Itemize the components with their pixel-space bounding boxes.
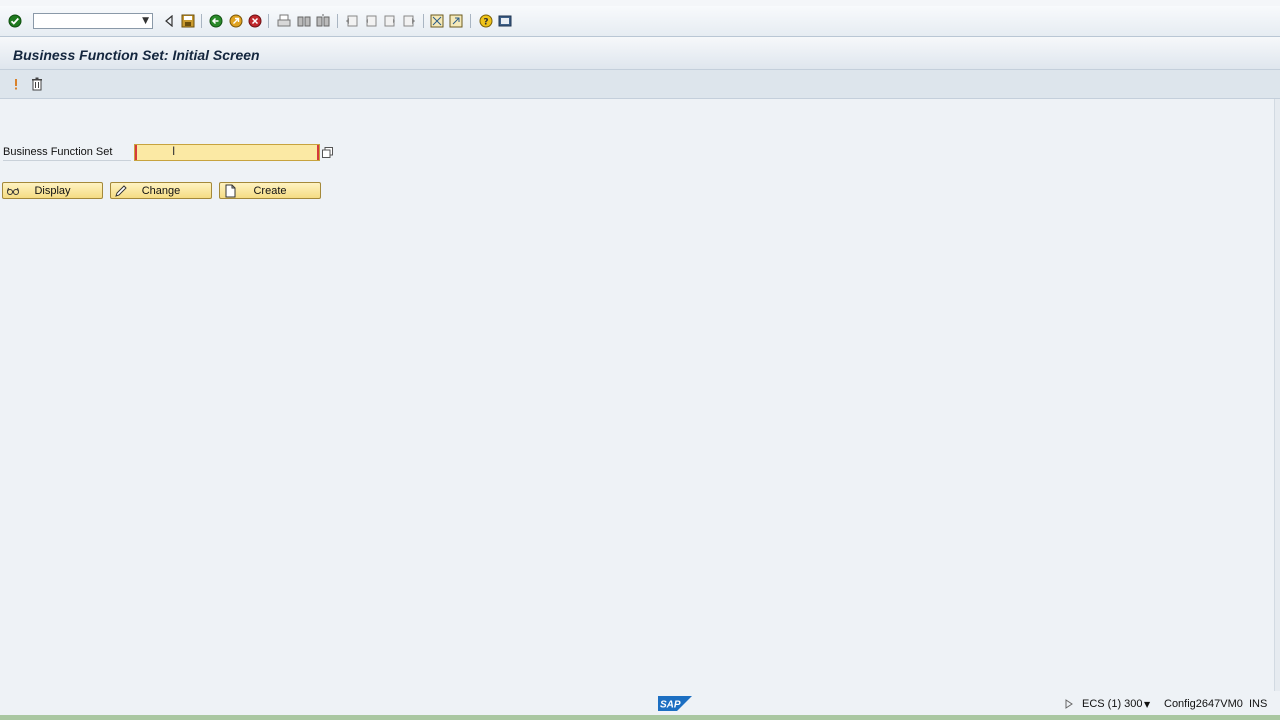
prev-page-icon[interactable] bbox=[363, 13, 379, 29]
business-function-set-input[interactable]: I bbox=[134, 144, 320, 161]
sap-logo: SAP bbox=[658, 696, 692, 711]
title-bar: Business Function Set: Initial Screen bbox=[0, 37, 1280, 70]
shortcut-icon[interactable] bbox=[448, 13, 464, 29]
help-icon[interactable]: ? bbox=[478, 13, 494, 29]
system-toolbar: ▼ ? bbox=[0, 6, 1280, 37]
toolbar-separator bbox=[337, 14, 338, 28]
svg-text:SAP: SAP bbox=[660, 700, 681, 711]
chevron-down-icon[interactable]: ▼ bbox=[142, 16, 149, 26]
customize-layout-icon[interactable] bbox=[497, 13, 513, 29]
toolbar-separator bbox=[268, 14, 269, 28]
activate-icon[interactable] bbox=[8, 76, 24, 92]
display-button-label: Display bbox=[34, 185, 71, 197]
svg-text:?: ? bbox=[483, 18, 488, 28]
enter-icon[interactable] bbox=[7, 13, 23, 29]
status-expand-icon[interactable] bbox=[1065, 699, 1073, 712]
find-icon[interactable] bbox=[296, 13, 312, 29]
toolbar-separator bbox=[201, 14, 202, 28]
server-info: Config2647VM0 bbox=[1164, 698, 1243, 710]
display-button[interactable]: Display bbox=[2, 182, 103, 199]
create-button-label: Create bbox=[253, 185, 287, 197]
label-underline bbox=[3, 160, 131, 161]
back-icon[interactable] bbox=[161, 13, 177, 29]
back-nav-icon[interactable] bbox=[208, 13, 224, 29]
create-button[interactable]: Create bbox=[219, 182, 321, 199]
taskbar-strip bbox=[0, 715, 1280, 720]
change-button[interactable]: Change bbox=[110, 182, 212, 199]
new-session-icon[interactable] bbox=[429, 13, 445, 29]
save-icon[interactable] bbox=[180, 13, 196, 29]
system-dropdown-icon[interactable]: ▼ bbox=[1144, 700, 1150, 709]
page-title: Business Function Set: Initial Screen bbox=[13, 47, 260, 63]
insert-mode: INS bbox=[1249, 698, 1268, 710]
last-page-icon[interactable] bbox=[401, 13, 417, 29]
required-marker-left bbox=[135, 145, 137, 160]
application-toolbar bbox=[0, 70, 1280, 99]
command-field[interactable]: ▼ bbox=[33, 13, 153, 29]
value-help-icon[interactable] bbox=[321, 145, 334, 159]
required-marker-right bbox=[317, 145, 319, 160]
change-button-label: Change bbox=[141, 185, 181, 197]
next-page-icon[interactable] bbox=[382, 13, 398, 29]
cancel-icon[interactable] bbox=[247, 13, 263, 29]
business-function-set-label: Business Function Set bbox=[3, 146, 113, 158]
toolbar-separator bbox=[470, 14, 471, 28]
first-page-icon[interactable] bbox=[344, 13, 360, 29]
vertical-scrollbar[interactable] bbox=[1274, 99, 1280, 691]
exit-icon[interactable] bbox=[228, 13, 244, 29]
delete-icon[interactable] bbox=[29, 76, 45, 92]
find-next-icon[interactable] bbox=[315, 13, 331, 29]
system-info: ECS (1) 300 bbox=[1082, 698, 1143, 710]
text-cursor-icon: I bbox=[172, 144, 176, 158]
toolbar-separator bbox=[423, 14, 424, 28]
print-icon[interactable] bbox=[276, 13, 292, 29]
